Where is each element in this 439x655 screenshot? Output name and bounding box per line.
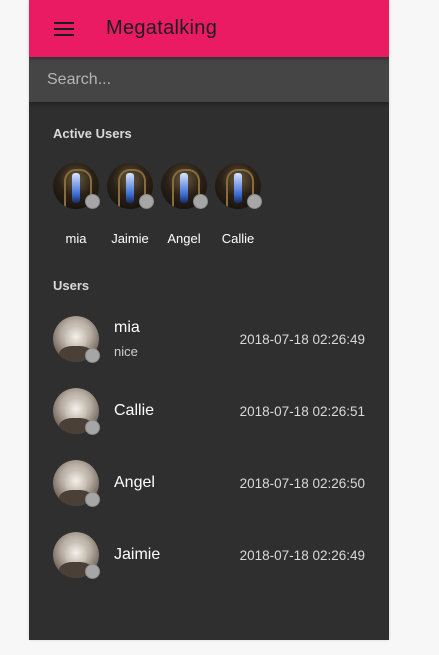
user-name: Angel xyxy=(114,474,155,491)
message-timestamp: 2018-07-18 02:26:51 xyxy=(239,403,365,419)
menu-icon[interactable] xyxy=(53,18,75,40)
avatar xyxy=(53,316,100,363)
status-indicator xyxy=(85,420,100,435)
status-indicator xyxy=(247,194,262,209)
message-timestamp: 2018-07-18 02:26:49 xyxy=(239,547,365,563)
active-user-angel[interactable]: Angel xyxy=(157,163,211,246)
status-indicator xyxy=(85,492,100,507)
app-bar: Megatalking xyxy=(29,0,389,57)
chat-app: Megatalking Active Users mia Jaimie Ang xyxy=(29,0,389,640)
avatar xyxy=(53,388,100,435)
avatar xyxy=(53,460,100,507)
user-name: Callie xyxy=(114,402,155,419)
user-name: Jaimie xyxy=(114,546,161,563)
users-heading: Users xyxy=(53,278,90,293)
active-users-list: mia Jaimie Angel Callie xyxy=(49,163,389,246)
search-bar xyxy=(29,57,389,102)
user-name: mia xyxy=(114,319,140,336)
status-indicator xyxy=(139,194,154,209)
active-user-name: Jaimie xyxy=(111,231,149,246)
user-row-mia[interactable]: mia nice 2018-07-18 02:26:49 xyxy=(29,303,389,375)
active-user-callie[interactable]: Callie xyxy=(211,163,265,246)
active-user-name: Angel xyxy=(167,231,201,246)
avatar xyxy=(107,163,154,209)
last-message: nice xyxy=(114,344,138,359)
avatar xyxy=(53,163,100,209)
active-user-name: Callie xyxy=(221,231,255,246)
app-title: Megatalking xyxy=(106,17,218,39)
avatar xyxy=(215,163,262,209)
active-user-name: mia xyxy=(65,231,87,246)
status-indicator xyxy=(85,348,100,363)
avatar xyxy=(161,163,208,209)
active-user-mia[interactable]: mia xyxy=(49,163,103,246)
status-indicator xyxy=(193,194,208,209)
status-indicator xyxy=(85,194,100,209)
active-users-heading: Active Users xyxy=(53,126,132,141)
message-timestamp: 2018-07-18 02:26:50 xyxy=(239,475,365,491)
avatar xyxy=(53,532,100,579)
user-row-jaimie[interactable]: Jaimie 2018-07-18 02:26:49 xyxy=(29,519,389,591)
status-indicator xyxy=(85,564,100,579)
active-user-jaimie[interactable]: Jaimie xyxy=(103,163,157,246)
user-list: mia nice 2018-07-18 02:26:49 Callie 2018… xyxy=(29,303,389,591)
user-row-callie[interactable]: Callie 2018-07-18 02:26:51 xyxy=(29,375,389,447)
message-timestamp: 2018-07-18 02:26:49 xyxy=(239,331,365,347)
user-row-angel[interactable]: Angel 2018-07-18 02:26:50 xyxy=(29,447,389,519)
search-input[interactable] xyxy=(45,69,369,90)
